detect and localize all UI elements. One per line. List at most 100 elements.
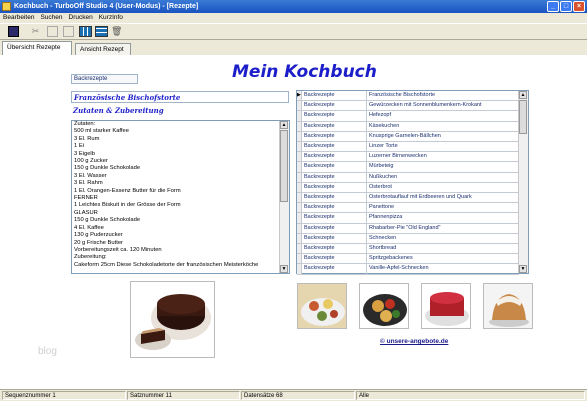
category-field[interactable]: Backrezepte — [71, 74, 138, 84]
book-icon[interactable] — [8, 26, 19, 37]
main-content: Mein Kochbuch Backrezepte Französische B… — [0, 55, 587, 389]
ingredient-line: 3 Eigelb — [74, 150, 95, 157]
row-selector[interactable]: ▶ — [297, 91, 302, 101]
scroll-up-icon[interactable]: ▲ — [280, 121, 288, 129]
close-button[interactable]: × — [573, 1, 585, 12]
row-selector[interactable] — [297, 111, 302, 121]
tab-uebersicht-rezepte[interactable]: Übersicht Rezepte — [2, 41, 72, 55]
recipe-category: Backrezepte — [303, 111, 367, 121]
recipe-row[interactable]: Backrezepte Osterbrot — [297, 182, 519, 193]
window-controls: _ □ × — [547, 1, 585, 12]
recipe-row[interactable]: Backrezepte Panettone — [297, 203, 519, 214]
scroll-down-icon[interactable]: ▼ — [280, 265, 288, 273]
row-selector[interactable] — [297, 131, 302, 141]
paste-icon[interactable] — [63, 26, 74, 37]
status-count: Datensätze 68 — [241, 391, 355, 400]
recipe-row[interactable]: Backrezepte Käsekuchen — [297, 121, 519, 132]
row-selector[interactable] — [297, 121, 302, 131]
recipe-title: Französische Bischofstorte — [71, 91, 289, 103]
recipe-name: Linzer Torte — [369, 143, 398, 149]
recipe-row[interactable]: ▶ Backrezepte Französische Bischofstorte — [297, 91, 519, 102]
row-selector[interactable] — [297, 223, 302, 233]
ingredient-line: Cakeform 25cm Diese Schokoladetorte der … — [74, 261, 259, 268]
row-selector[interactable] — [297, 203, 302, 213]
row-selector[interactable] — [297, 162, 302, 172]
row-selector[interactable] — [297, 142, 302, 152]
recipe-category: Backrezepte — [303, 264, 367, 274]
photo-grilled-dish — [359, 283, 409, 329]
berry-cake-illustration — [425, 292, 469, 326]
recipe-name: Pfannenpizza — [369, 214, 403, 221]
recipe-name: Osterbrot — [369, 183, 392, 190]
recipe-row[interactable]: Backrezepte Osterbrotauflauf mit Erdbeere… — [297, 193, 519, 204]
recipe-row[interactable]: Backrezepte Linzer Torte — [297, 142, 519, 153]
website-link[interactable]: © unsere-angebote.de — [380, 338, 448, 345]
minimize-button[interactable]: _ — [547, 1, 559, 12]
recipe-list-scrollbar[interactable]: ▲ ▼ — [518, 91, 528, 273]
row-selector[interactable] — [297, 233, 302, 243]
recipe-row[interactable]: Backrezepte Vanille-Apfel-Schnecken — [297, 264, 519, 275]
recipe-row[interactable]: Backrezepte Rhabarber-Pie "Old England" — [297, 223, 519, 234]
title-bar: Kochbuch - TurboOff Studio 4 (User-Modus… — [0, 0, 587, 13]
ingredient-line: Vorbereitungszeit ca. 120 Minuten — [74, 246, 162, 253]
recipe-list[interactable]: ▶ Backrezepte Französische Bischofstorte Ba… — [296, 90, 529, 275]
ingredient-line: 3 El. Rum — [74, 135, 100, 142]
menu-bearbeiten[interactable]: Bearbeiten — [0, 13, 37, 23]
ingredient-line: 1 El. Orangen-Essenz Butter für die Form — [74, 187, 181, 194]
recipe-row[interactable]: Backrezepte Spritzgebackenes — [297, 254, 519, 265]
row-selector[interactable] — [297, 101, 302, 111]
ingredients-scrollbar[interactable]: ▲ ▼ — [279, 121, 289, 273]
row-selector[interactable] — [297, 193, 302, 203]
recipe-row[interactable]: Backrezepte Pfannenpizza — [297, 213, 519, 224]
recipe-row[interactable]: Backrezepte Luzerner Birnenwecken — [297, 152, 519, 163]
trash-icon[interactable]: 🗑 — [111, 26, 122, 37]
recipe-category: Backrezepte — [303, 91, 367, 101]
row-selector[interactable] — [297, 254, 302, 264]
status-bar: Sequenznummer 1 Satznummer 11 Datensätze… — [0, 389, 587, 401]
recipe-row[interactable]: Backrezepte Gewürzecken mit Sonnenblumenk… — [297, 101, 519, 112]
recipe-name: Hefezopf — [369, 112, 392, 119]
table-view-icon[interactable] — [95, 26, 108, 37]
recipe-category: Backrezepte — [303, 152, 367, 162]
ingredient-line: Zubereitung: — [74, 254, 107, 261]
menu-kurzinfo[interactable]: KurzInfo — [96, 13, 126, 23]
maximize-button[interactable]: □ — [560, 1, 572, 12]
recipe-row[interactable]: Backrezepte Schnecken — [297, 233, 519, 244]
copy-icon[interactable] — [47, 26, 58, 37]
recipe-name: Schnecken — [369, 234, 397, 241]
row-selector[interactable] — [297, 264, 302, 274]
row-selector[interactable] — [297, 152, 302, 162]
recipe-name: Knusprige Garnelen-Bällchen — [369, 132, 441, 139]
recipe-row[interactable]: Backrezepte Shortbread — [297, 244, 519, 255]
recipe-category: Backrezepte — [303, 233, 367, 243]
scroll-thumb[interactable] — [519, 100, 527, 134]
menu-bar: Bearbeiten Suchen Drucken KurzInfo — [0, 13, 587, 23]
cut-icon[interactable]: ✂ — [30, 26, 41, 37]
cake-photo — [130, 281, 215, 358]
scroll-thumb[interactable] — [280, 130, 288, 202]
recipe-row[interactable]: Backrezepte Nußkuchen — [297, 172, 519, 183]
recipe-category: Backrezepte — [303, 131, 367, 141]
grid-view-icon[interactable] — [79, 26, 92, 37]
recipe-row[interactable]: Backrezepte Knusprige Garnelen-Bällchen — [297, 131, 519, 142]
recipe-row[interactable]: Backrezepte Hefezopf — [297, 111, 519, 122]
status-sequence: Sequenznummer 1 — [2, 391, 126, 400]
menu-suchen[interactable]: Suchen — [37, 13, 65, 23]
row-selector[interactable] — [297, 244, 302, 254]
recipe-name: Käsekuchen — [369, 122, 400, 129]
row-selector[interactable] — [297, 172, 302, 182]
row-selector[interactable] — [297, 182, 302, 192]
recipe-category: Backrezepte — [303, 223, 367, 233]
row-selector[interactable] — [297, 213, 302, 223]
ingredient-line: 20 g Frische Butter — [74, 239, 123, 246]
scroll-up-icon[interactable]: ▲ — [519, 91, 527, 99]
recipe-name: Französische Bischofstorte — [369, 92, 436, 98]
tab-ansicht-rezept[interactable]: Ansicht Rezept — [75, 43, 131, 55]
tab-strip: Übersicht Rezepte Ansicht Rezept — [0, 41, 587, 56]
menu-drucken[interactable]: Drucken — [66, 13, 96, 23]
recipe-row[interactable]: Backrezepte Mürbeteig — [297, 162, 519, 173]
scroll-down-icon[interactable]: ▼ — [519, 265, 527, 273]
ingredients-textbox[interactable]: Zutaten: 500 ml starker Kaffee 3 El. Rum 1 … — [71, 120, 290, 274]
recipe-category: Backrezepte — [303, 193, 367, 203]
gugelhupf-illustration — [489, 294, 529, 327]
